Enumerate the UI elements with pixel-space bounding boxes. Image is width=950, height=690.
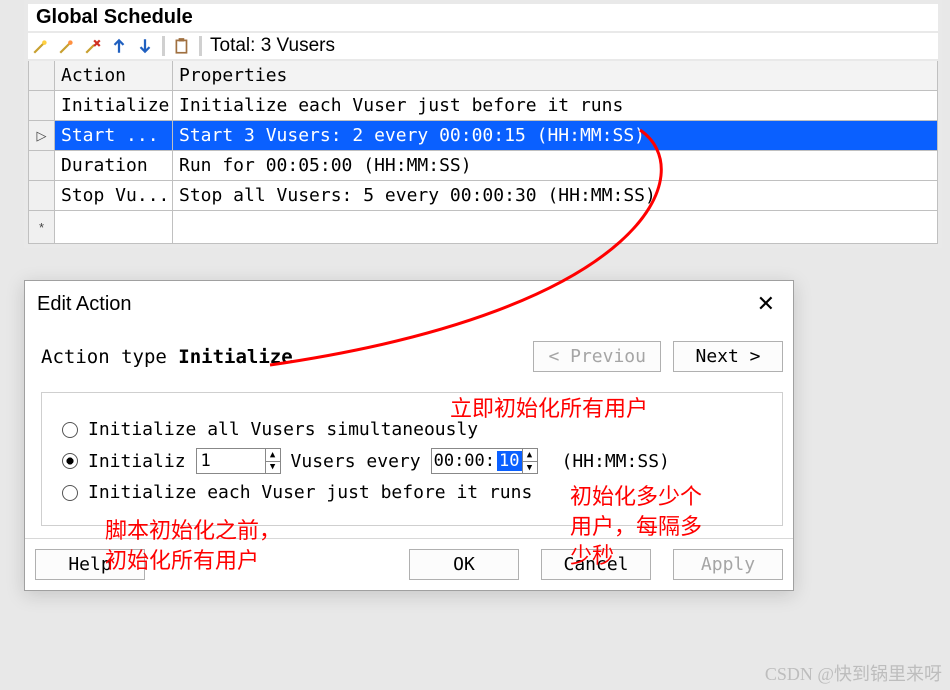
radio-icon[interactable] bbox=[62, 422, 78, 438]
action-type-row: Action type Initialize bbox=[41, 346, 293, 368]
action-type-label: Action type bbox=[41, 346, 178, 368]
table-header: Action Properties bbox=[29, 61, 938, 91]
total-vusers-label: Total: 3 Vusers bbox=[210, 35, 335, 57]
wand2-icon[interactable] bbox=[58, 37, 76, 55]
radio-label: Initialize all Vusers simultaneously bbox=[88, 419, 478, 440]
dialog-title-bar: Edit Action ✕ bbox=[25, 281, 793, 327]
radio-label: Initialize each Vuser just before it run… bbox=[88, 482, 532, 503]
radio-option-interval[interactable]: Initializ ▲▼ Vusers every 00:00:10 ▲▼ (H… bbox=[62, 448, 768, 474]
radio-label: Initializ bbox=[88, 451, 186, 472]
watermark: CSDN @快到锅里来呀 bbox=[765, 660, 942, 686]
radio-icon[interactable] bbox=[62, 453, 78, 469]
interval-time-input[interactable]: 00:00:10 ▲▼ bbox=[431, 448, 538, 474]
table-row: ▷ Start ... Start 3 Vusers: 2 every 00:0… bbox=[29, 121, 938, 151]
table-row: Duration Run for 00:05:00 (HH:MM:SS) bbox=[29, 151, 938, 181]
panel-title: Global Schedule bbox=[28, 4, 938, 33]
col-action[interactable]: Action bbox=[55, 61, 173, 91]
table-row: Initialize Initialize each Vuser just be… bbox=[29, 91, 938, 121]
action-type-value: Initialize bbox=[178, 346, 292, 368]
wand-delete-icon[interactable] bbox=[84, 37, 102, 55]
interval-mid-label: Vusers every bbox=[291, 451, 421, 472]
toolbar-separator bbox=[199, 36, 202, 56]
spin-up-icon[interactable]: ▲ bbox=[523, 449, 537, 462]
help-button[interactable]: Help bbox=[35, 549, 145, 580]
schedule-table: Action Properties Initialize Initialize … bbox=[28, 61, 938, 244]
dialog-title: Edit Action bbox=[37, 293, 132, 316]
col-properties[interactable]: Properties bbox=[173, 61, 938, 91]
table-row: Stop Vu... Stop all Vusers: 5 every 00:0… bbox=[29, 181, 938, 211]
paste-icon[interactable] bbox=[173, 37, 191, 55]
next-button[interactable]: Next > bbox=[673, 341, 783, 372]
radio-option-before-run[interactable]: Initialize each Vuser just before it run… bbox=[62, 482, 768, 503]
previous-button[interactable]: < Previou bbox=[533, 341, 661, 372]
arrow-down-icon[interactable] bbox=[136, 37, 154, 55]
ok-button[interactable]: OK bbox=[409, 549, 519, 580]
wand-icon[interactable] bbox=[32, 37, 50, 55]
toolbar-separator bbox=[162, 36, 165, 56]
edit-action-dialog: Edit Action ✕ Action type Initialize < P… bbox=[24, 280, 794, 591]
radio-icon[interactable] bbox=[62, 485, 78, 501]
count-stepper[interactable]: ▲▼ bbox=[196, 448, 281, 474]
spin-down-icon[interactable]: ▼ bbox=[523, 462, 537, 474]
spin-down-icon[interactable]: ▼ bbox=[266, 462, 280, 474]
global-schedule-panel: Global Schedule Total: 3 Vusers Action P… bbox=[24, 0, 942, 248]
arrow-up-icon[interactable] bbox=[110, 37, 128, 55]
close-icon[interactable]: ✕ bbox=[751, 291, 781, 317]
hms-label: (HH:MM:SS) bbox=[562, 451, 670, 472]
count-input[interactable] bbox=[197, 449, 265, 473]
table-row-blank: * bbox=[29, 211, 938, 244]
spin-up-icon[interactable]: ▲ bbox=[266, 449, 280, 462]
apply-button[interactable]: Apply bbox=[673, 549, 783, 580]
radio-option-simultaneous[interactable]: Initialize all Vusers simultaneously bbox=[62, 419, 768, 440]
cancel-button[interactable]: Cancel bbox=[541, 549, 651, 580]
toolbar: Total: 3 Vusers bbox=[28, 33, 938, 61]
